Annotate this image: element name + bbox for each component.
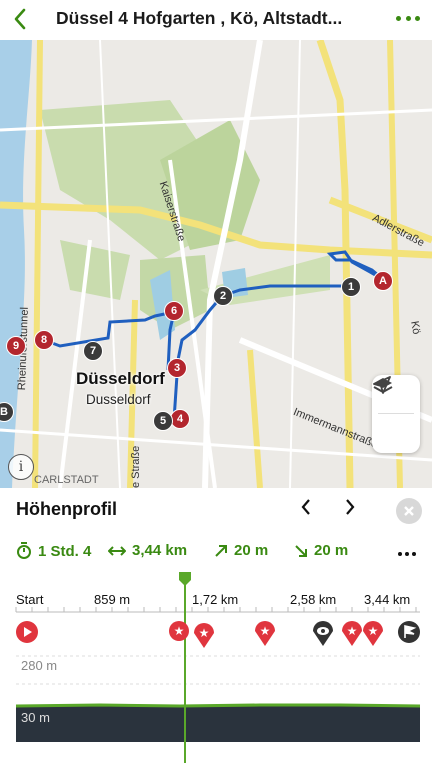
star-icon: ★ (368, 624, 379, 638)
city-label: Düsseldorf (76, 369, 165, 388)
poi-star-5: ★ (363, 621, 383, 646)
info-icon[interactable]: i (8, 454, 34, 480)
star-icon: ★ (199, 626, 210, 640)
street-label-strasse: e Straße (130, 445, 142, 488)
poi-star-4: ★ (342, 621, 362, 646)
waypoint-1[interactable]: 1 (341, 277, 361, 297)
waypoint-6[interactable]: 6 (164, 301, 184, 321)
star-icon: ★ (174, 624, 185, 638)
elevation-line (15, 703, 421, 708)
poi-start (16, 621, 38, 643)
district-label-carlstadt: CARLSTADT (34, 474, 99, 486)
waypoint-A[interactable]: A (373, 271, 393, 291)
elevation-area (16, 705, 420, 742)
waypoint-2[interactable]: 2 (213, 286, 233, 306)
waypoint-7[interactable]: 7 (83, 341, 103, 361)
more-menu-button[interactable] (396, 8, 420, 28)
elevation-min-label: 30 m (21, 710, 50, 725)
waypoint-4[interactable]: 4 (170, 409, 190, 429)
elevation-chart[interactable]: ★ ★ ★ ★ ★ (0, 488, 432, 768)
cursor-handle-icon (179, 572, 191, 586)
more-horizontal-icon (396, 15, 401, 21)
poi-viewpoint (313, 621, 333, 646)
waypoint-5[interactable]: 5 (153, 411, 173, 431)
poi-star-2: ★ (194, 623, 214, 648)
waypoint-9[interactable]: 9 (6, 336, 26, 356)
poi-star-1: ★ (169, 621, 189, 641)
back-button[interactable] (8, 6, 32, 32)
map-canvas[interactable] (0, 40, 432, 488)
top-bar: Düssel 4 Hofgarten , Kö, Altstadt... (0, 0, 432, 40)
waypoint-8[interactable]: 8 (34, 330, 54, 350)
map-controls (372, 375, 420, 453)
locate-button[interactable] (372, 376, 420, 452)
city-label-local: Dusseldorf (86, 392, 151, 407)
navigation-arrow-icon (373, 376, 391, 394)
tour-title: Düssel 4 Hofgarten , Kö, Altstadt... (56, 8, 343, 28)
elevation-max-label: 280 m (21, 658, 58, 673)
star-icon: ★ (260, 624, 271, 638)
elevation-profile-panel: Höhenprofil 1 Std. 4 3,44 km 20 m 20 m S… (0, 488, 432, 768)
street-label-ko: Kö (408, 320, 423, 336)
route-map[interactable]: Kaiserstraße Adlerstraße Immermannstraße… (0, 40, 432, 488)
chevron-left-icon (14, 8, 26, 30)
waypoint-3[interactable]: 3 (167, 358, 187, 378)
poi-finish (398, 621, 420, 643)
poi-star-3: ★ (255, 621, 275, 646)
ruler-ticks (15, 607, 417, 612)
star-icon: ★ (347, 624, 358, 638)
